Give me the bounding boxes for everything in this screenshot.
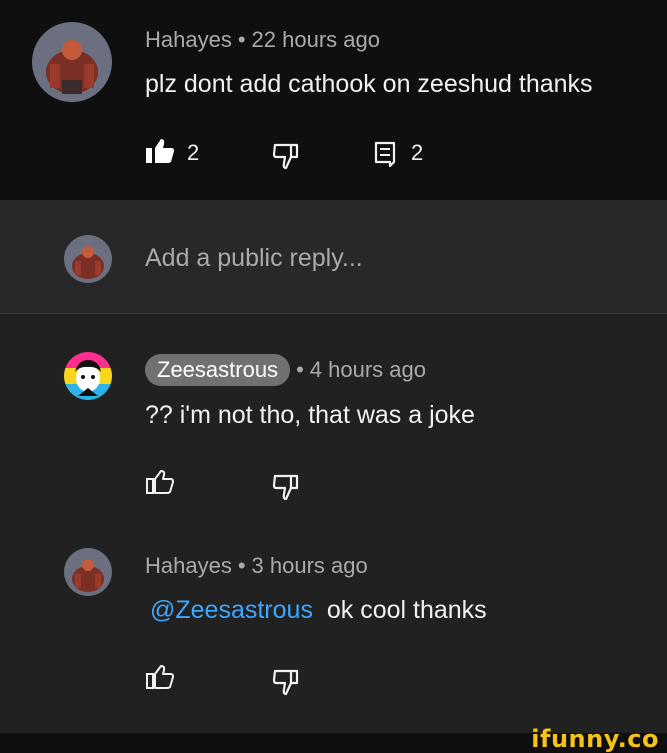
ifunny-watermark: ifunny.co — [531, 725, 659, 753]
avatar-hahayes[interactable] — [64, 548, 112, 596]
mention-link[interactable]: @Zeesastrous — [150, 596, 313, 624]
separator-dot: • — [237, 553, 246, 578]
timestamp: 3 hours ago — [251, 553, 368, 578]
author-name[interactable]: Hahayes — [145, 553, 232, 578]
avatar-hahayes[interactable] — [32, 22, 112, 102]
reply-meta: Zeesastrous • 4 hours ago — [145, 354, 426, 386]
reply-placeholder[interactable]: Add a public reply... — [145, 244, 363, 273]
author-name[interactable]: Hahayes — [145, 27, 232, 52]
author-chip[interactable]: Zeesastrous — [145, 354, 291, 386]
avatar-zeesastrous[interactable] — [64, 352, 112, 400]
like-icon[interactable] — [145, 664, 175, 695]
reply-meta: Hahayes • 3 hours ago — [145, 553, 368, 579]
dislike-icon[interactable] — [272, 142, 302, 175]
avatar-current-user — [64, 235, 112, 283]
dislike-icon[interactable] — [272, 473, 302, 506]
like-count: 2 — [187, 140, 200, 165]
reply-count: 2 — [411, 140, 424, 165]
like-icon[interactable] — [145, 138, 175, 169]
timestamp: 4 hours ago — [309, 357, 426, 382]
separator-dot: • — [237, 27, 246, 52]
like-icon[interactable] — [145, 469, 175, 500]
reply-icon[interactable] — [373, 140, 397, 173]
timestamp: 22 hours ago — [251, 27, 380, 52]
reply-text: @Zeesastrous ok cool thanks — [150, 596, 487, 625]
reply-body: ok cool thanks — [326, 596, 487, 624]
comment-meta: Hahayes • 22 hours ago — [145, 27, 380, 53]
dislike-icon[interactable] — [272, 668, 302, 701]
separator-dot: • — [296, 357, 304, 382]
reply-text: ?? i'm not tho, that was a joke — [145, 401, 475, 429]
comment-text: plz dont add cathook on zeeshud thanks — [145, 70, 593, 98]
